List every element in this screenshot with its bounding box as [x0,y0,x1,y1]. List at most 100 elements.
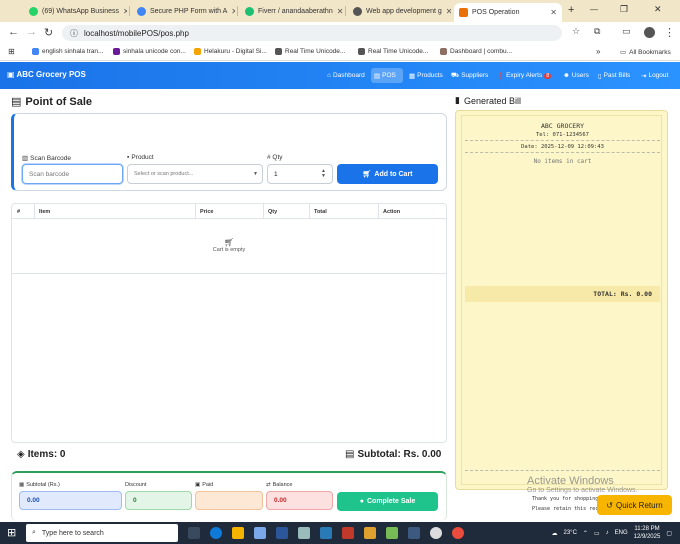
file-explorer-icon[interactable] [232,527,244,539]
qty-label: # Qty [267,154,283,161]
language-indicator[interactable]: ENG [615,530,628,536]
tab-label: POS Operation [472,9,520,16]
info-icon[interactable]: ⓘ [70,28,78,39]
more-bookmarks-icon[interactable]: » [596,47,600,56]
search-icon: ⌕ [32,529,36,536]
nav-past-bills[interactable]: ▯ Past Bills [595,68,633,83]
nav-expiry-alerts[interactable]: ❗ Expiry Alerts 8 [493,68,554,83]
reload-icon[interactable]: ↻ [44,26,53,39]
edge-icon[interactable] [210,527,222,539]
all-bookmarks[interactable]: ▭ All Bookmarks [620,48,671,57]
extensions-icon[interactable]: ⧉ [594,26,600,37]
close-icon[interactable]: ✕ [446,7,451,16]
close-icon[interactable]: ✕ [123,7,127,16]
app-icon[interactable] [408,527,420,539]
close-icon[interactable]: ✕ [337,7,343,16]
app-icon[interactable] [254,527,266,539]
label-text: Subtotal (Rs.) [26,482,60,488]
complete-sale-button[interactable]: ● Complete Sale [337,492,438,511]
nav-pos[interactable]: ▤ POS [371,68,403,83]
minimize-button[interactable]: — [590,5,598,14]
app-navbar: ▣ ABC Grocery POS ⌂ Dashboard ▤ POS ▦ Produ… [0,62,680,89]
star-icon[interactable]: ☆ [572,26,580,37]
clock[interactable]: 11:28 PM 12/9/2025 [634,525,661,541]
receipt-empty: No items in cart [533,158,592,165]
bookmark-item[interactable]: sinhala unicode con... [113,48,186,55]
brand[interactable]: ▣ ABC Grocery POS [7,70,86,79]
notification-icon[interactable]: ▢ [666,530,672,537]
label-text: Discount [125,482,147,488]
tab-fiverr[interactable]: Fiverr / anandaaberathn ✕ [240,2,343,20]
receipt-icon: ▤ [345,449,355,460]
tab-whatsapp[interactable]: (69) WhatsApp Business ✕ [24,2,127,20]
nav-logout[interactable]: ⇥ Logout [638,68,671,83]
receipt-preview: ABC GROCERY Tel: 071-1234567 Date: 2025-… [455,110,668,512]
network-icon[interactable]: ▭ [594,530,600,537]
back-icon[interactable]: ← [8,26,19,38]
receipt-icon: ▯ [598,72,602,80]
page-title: ▤ Point of Sale [11,95,92,109]
window-close-button[interactable]: ✕ [654,4,662,15]
nav-products[interactable]: ▦ Products [406,68,446,83]
forward-icon[interactable]: → [26,26,37,38]
bookmark-item[interactable]: english sinhala tran... [32,48,103,55]
bookmark-item[interactable]: Dashboard | combu... [440,48,512,55]
apps-icon[interactable]: ⊞ [8,47,15,56]
site-icon [137,6,146,16]
system-tray: ☁ 23°C ⌃ ▭ ♪ ENG 11:28 PM 12/9/2025 ▢ [552,525,673,541]
tab-pos-operation[interactable]: POS Operation ✕ [454,3,562,22]
app-icon[interactable] [386,527,398,539]
discount-input[interactable]: 0 [125,491,192,510]
taskbar-search[interactable]: ⌕ Type here to search [26,524,178,542]
weather-icon[interactable]: ☁ [552,530,558,537]
qty-stepper[interactable]: 1 ▲ ▼ [267,164,333,184]
exchange-icon: ⇄ [266,482,271,488]
volume-icon[interactable]: ♪ [606,530,609,536]
receipt-icon: ▮ [455,95,460,105]
quick-return-button[interactable]: ↺ Quick Return [597,495,672,515]
barcode-input[interactable]: Scan barcode [22,164,123,184]
close-icon[interactable]: ✕ [550,8,557,17]
nav-dashboard[interactable]: ⌂ Dashboard [324,68,368,83]
bookmark-label: Helakuru - Digital Si... [204,48,267,55]
close-icon[interactable]: ✕ [231,7,235,16]
tray-chevron-icon[interactable]: ⌃ [583,530,588,537]
chrome-profile-icon[interactable] [452,527,464,539]
nav-label: Products [417,72,443,79]
pos-favicon-icon [459,8,468,17]
nav-suppliers[interactable]: ⛟ Suppliers [448,68,491,83]
product-select[interactable]: Select or scan product... ▼ [127,164,263,184]
bookmark-item[interactable]: Real Time Unicode... [358,48,428,55]
search-placeholder: Type here to search [41,529,104,537]
cart-table: # Item Price Qty Total Action 🛒︎ Cart is… [11,203,447,443]
tab-web-app[interactable]: Web app development g ✕ [348,2,451,20]
stepper-arrows-icon[interactable]: ▲ ▼ [321,169,326,179]
nav-users[interactable]: ☻ Users [560,68,592,83]
add-to-cart-button[interactable]: 🛒︎ Add to Cart [337,164,438,184]
bookmark-item[interactable]: Helakuru - Digital Si... [194,48,267,55]
filezilla-icon[interactable] [342,527,354,539]
sublime-icon[interactable] [364,527,376,539]
paid-input[interactable] [195,491,263,510]
site-icon [113,48,120,55]
task-view-icon[interactable] [188,527,200,539]
bill-title-text: Generated Bill [463,95,521,106]
bookmark-label: All Bookmarks [629,48,671,56]
paid-label: ▣ Paid [195,482,213,488]
sidepanel-icon[interactable]: ▭ [622,26,631,37]
clock-time: 11:28 PM [634,526,660,532]
vscode-icon[interactable] [320,527,332,539]
tab-secure-php[interactable]: Secure PHP Form with A ✕ [132,2,235,20]
maximize-button[interactable]: ❐ [620,4,628,15]
url-field[interactable]: ⓘ localhost/mobilePOS/pos.php [62,25,562,41]
new-tab-button[interactable]: + [568,4,574,16]
nav-label: Dashboard [332,72,365,79]
word-icon[interactable] [276,527,288,539]
app-icon[interactable] [298,527,310,539]
windows-start-icon[interactable]: ⊞ [7,526,16,539]
chrome-icon[interactable] [430,527,442,539]
bookmark-item[interactable]: Real Time Unicode... [275,48,345,55]
google-icon [32,48,39,55]
menu-icon[interactable]: ⋮ [664,26,675,39]
avatar[interactable] [644,27,655,38]
